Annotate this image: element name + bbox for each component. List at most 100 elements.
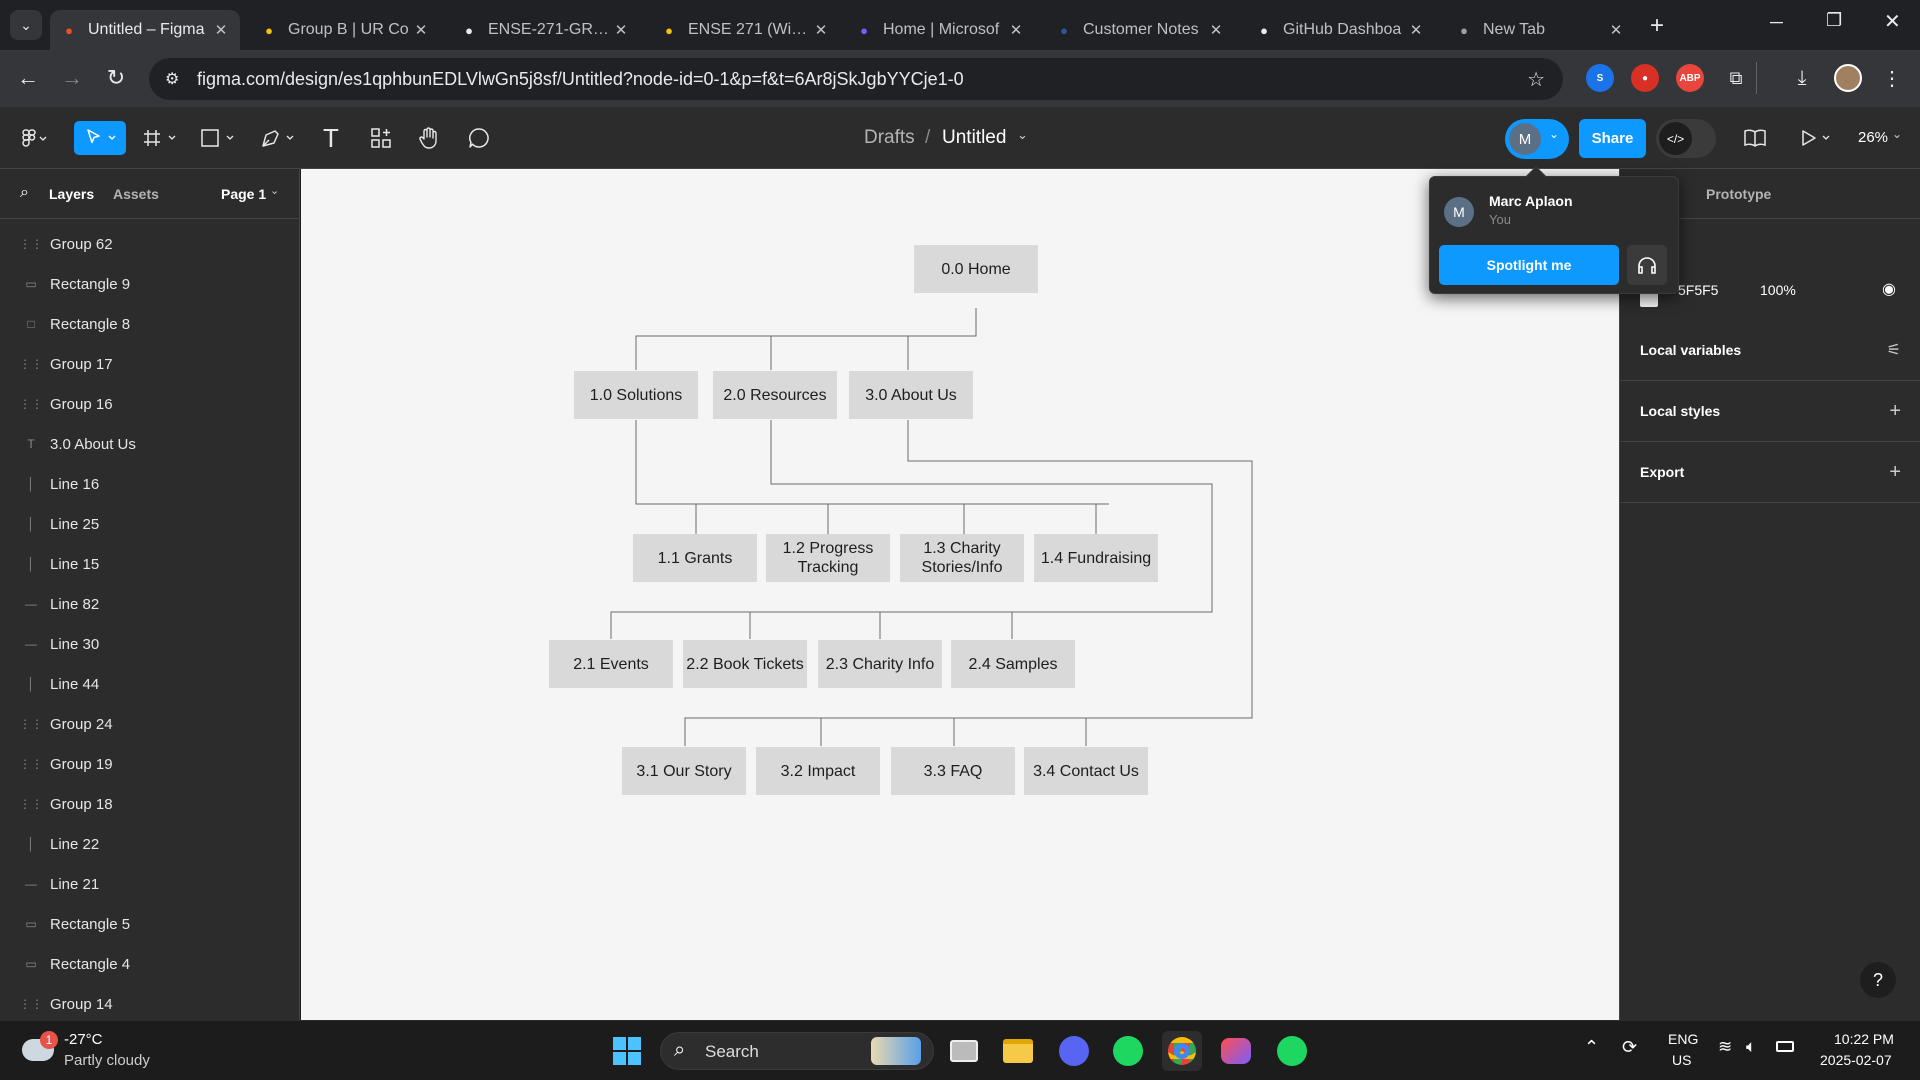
text-tool-icon[interactable]: T	[316, 123, 346, 153]
new-tab-button[interactable]: +	[1650, 12, 1664, 40]
add-style-icon[interactable]: +	[1889, 400, 1901, 423]
frame-tool-button[interactable]	[140, 123, 182, 153]
sitemap-node[interactable]: 3.4 Contact Us	[1024, 747, 1148, 795]
sitemap-node[interactable]: 2.2 Book Tickets	[683, 640, 807, 688]
adblock-icon[interactable]: ABP	[1676, 64, 1704, 92]
spotify-icon[interactable]	[1108, 1031, 1148, 1071]
restore-button[interactable]: ❐	[1826, 10, 1842, 31]
tab-prototype[interactable]: Prototype	[1706, 186, 1771, 202]
file-explorer-icon[interactable]	[998, 1031, 1038, 1071]
fill-hex-value[interactable]: 5F5F5	[1678, 282, 1718, 298]
chrome-menu-icon[interactable]: ⋮	[1878, 64, 1906, 92]
sitemap-node[interactable]: 1.3 Charity Stories/Info	[900, 534, 1024, 582]
browser-tab[interactable]: ● Customer Notes ✕	[1045, 10, 1235, 50]
windows-start-icon[interactable]	[607, 1031, 647, 1071]
add-export-icon[interactable]: +	[1889, 461, 1901, 484]
layer-item[interactable]: │ Line 15	[0, 544, 299, 584]
browser-tab[interactable]: ● GitHub Dashboa ✕	[1245, 10, 1435, 50]
rectangle-tool-button[interactable]	[198, 123, 240, 153]
close-tab-icon[interactable]: ✕	[612, 21, 630, 39]
layer-item[interactable]: ▭ Rectangle 5	[0, 904, 299, 944]
layer-item[interactable]: ⋮⋮ Group 62	[0, 224, 299, 264]
chevron-up-icon[interactable]: ⌃	[1584, 1037, 1599, 1058]
url-text[interactable]: figma.com/design/es1qphbunEDLVlwGn5j8sf/…	[197, 69, 964, 90]
weather-widget[interactable]: 1	[22, 1031, 58, 1067]
creative-cloud-icon[interactable]	[1216, 1031, 1256, 1071]
comment-tool-icon[interactable]	[464, 123, 494, 153]
tab-search-button[interactable]: ⌄	[10, 10, 42, 40]
discord-icon[interactable]	[1054, 1031, 1094, 1071]
task-view-icon[interactable]	[944, 1031, 984, 1071]
close-tab-icon[interactable]: ✕	[1607, 21, 1625, 39]
bookmark-star-icon[interactable]: ☆	[1527, 67, 1545, 92]
close-tab-icon[interactable]: ✕	[1207, 21, 1225, 39]
actions-tool-icon[interactable]	[366, 123, 396, 153]
close-tab-icon[interactable]: ✕	[212, 21, 230, 39]
volume-icon[interactable]: 🔈︎	[1746, 1037, 1756, 1057]
browser-tab[interactable]: ● Home | Microsof ✕	[845, 10, 1035, 50]
layer-item[interactable]: — Line 21	[0, 864, 299, 904]
sitemap-node[interactable]: 1.4 Fundraising	[1034, 534, 1158, 582]
tab-layers[interactable]: Layers	[49, 186, 94, 202]
taskbar-search[interactable]: ⌕ Search	[660, 1032, 934, 1070]
profile-avatar[interactable]	[1834, 64, 1862, 92]
export-section[interactable]: Export +	[1620, 442, 1920, 503]
reload-button[interactable]: ↻	[102, 64, 130, 92]
breadcrumb-parent[interactable]: Drafts	[864, 127, 915, 149]
layer-item[interactable]: │ Line 22	[0, 824, 299, 864]
present-play-icon[interactable]	[1796, 123, 1836, 153]
local-variables-section[interactable]: Local variables ⚟	[1620, 320, 1920, 381]
sitemap-node[interactable]: 3.1 Our Story	[622, 747, 746, 795]
spotify-icon[interactable]	[1272, 1031, 1312, 1071]
layer-item[interactable]: — Line 82	[0, 584, 299, 624]
back-button[interactable]: ←	[14, 64, 42, 92]
sitemap-node[interactable]: 2.1 Events	[549, 640, 673, 688]
layer-item[interactable]: ▭ Rectangle 9	[0, 264, 299, 304]
tab-assets[interactable]: Assets	[113, 186, 159, 202]
sitemap-node[interactable]: 0.0 Home	[914, 245, 1038, 293]
extension-blue-icon[interactable]: S	[1586, 64, 1614, 92]
layer-item[interactable]: │ Line 16	[0, 464, 299, 504]
extensions-puzzle-icon[interactable]: ⧉	[1722, 64, 1750, 92]
page-selector[interactable]: Page 1	[221, 186, 266, 202]
layer-item[interactable]: □ Rectangle 8	[0, 304, 299, 344]
layer-item[interactable]: ⋮⋮ Group 19	[0, 744, 299, 784]
page-chevron-icon[interactable]: ⌄	[270, 184, 279, 197]
layer-item[interactable]: ▭ Rectangle 4	[0, 944, 299, 984]
address-bar[interactable]: ⚙ figma.com/design/es1qphbunEDLVlwGn5j8s…	[149, 58, 1563, 100]
browser-tab[interactable]: ● ENSE-271-GROU ✕	[450, 10, 640, 50]
pen-tool-button[interactable]	[258, 123, 300, 153]
layer-item[interactable]: │ Line 25	[0, 504, 299, 544]
sitemap-node[interactable]: 1.0 Solutions	[574, 371, 698, 419]
wifi-icon[interactable]: ≋	[1718, 1037, 1732, 1057]
layer-item[interactable]: ⋮⋮ Group 18	[0, 784, 299, 824]
minimize-button[interactable]: ─	[1770, 12, 1783, 33]
help-button[interactable]: ?	[1860, 962, 1896, 998]
extension-red-icon[interactable]: ●	[1631, 64, 1659, 92]
dev-mode-toggle[interactable]: </>	[1656, 119, 1716, 158]
eye-visibility-icon[interactable]: ◉	[1882, 279, 1896, 299]
design-canvas[interactable]: 0.0 Home 1.0 Solutions 2.0 Resources 3.0 Ab…	[301, 169, 1619, 1020]
file-name[interactable]: Untitled	[942, 127, 1006, 149]
sitemap-node[interactable]: 2.0 Resources	[713, 371, 837, 419]
sitemap-node[interactable]: 3.2 Impact	[756, 747, 880, 795]
sitemap-node[interactable]: 1.1 Grants	[633, 534, 757, 582]
clock-time[interactable]: 10:22 PM	[1834, 1031, 1894, 1047]
layer-item[interactable]: — Line 30	[0, 624, 299, 664]
file-menu-chevron-icon[interactable]: ⌄	[1017, 127, 1028, 143]
figma-menu-icon[interactable]	[16, 123, 52, 153]
local-styles-section[interactable]: Local styles +	[1620, 381, 1920, 442]
move-tool-button[interactable]	[74, 121, 126, 155]
sitemap-node[interactable]: 2.4 Samples	[951, 640, 1075, 688]
sitemap-node[interactable]: 3.0 About Us	[849, 371, 973, 419]
chrome-icon[interactable]	[1162, 1031, 1202, 1071]
sitemap-node[interactable]: 1.2 Progress Tracking	[766, 534, 890, 582]
clock-date[interactable]: 2025-02-07	[1820, 1052, 1892, 1068]
zoom-level[interactable]: 26%	[1858, 129, 1888, 146]
close-tab-icon[interactable]: ✕	[1407, 21, 1425, 39]
sync-icon[interactable]: ⟳	[1622, 1037, 1637, 1058]
layer-item[interactable]: ⋮⋮ Group 24	[0, 704, 299, 744]
battery-icon[interactable]	[1776, 1041, 1794, 1052]
sitemap-node[interactable]: 3.3 FAQ	[891, 747, 1015, 795]
close-tab-icon[interactable]: ✕	[412, 21, 430, 39]
